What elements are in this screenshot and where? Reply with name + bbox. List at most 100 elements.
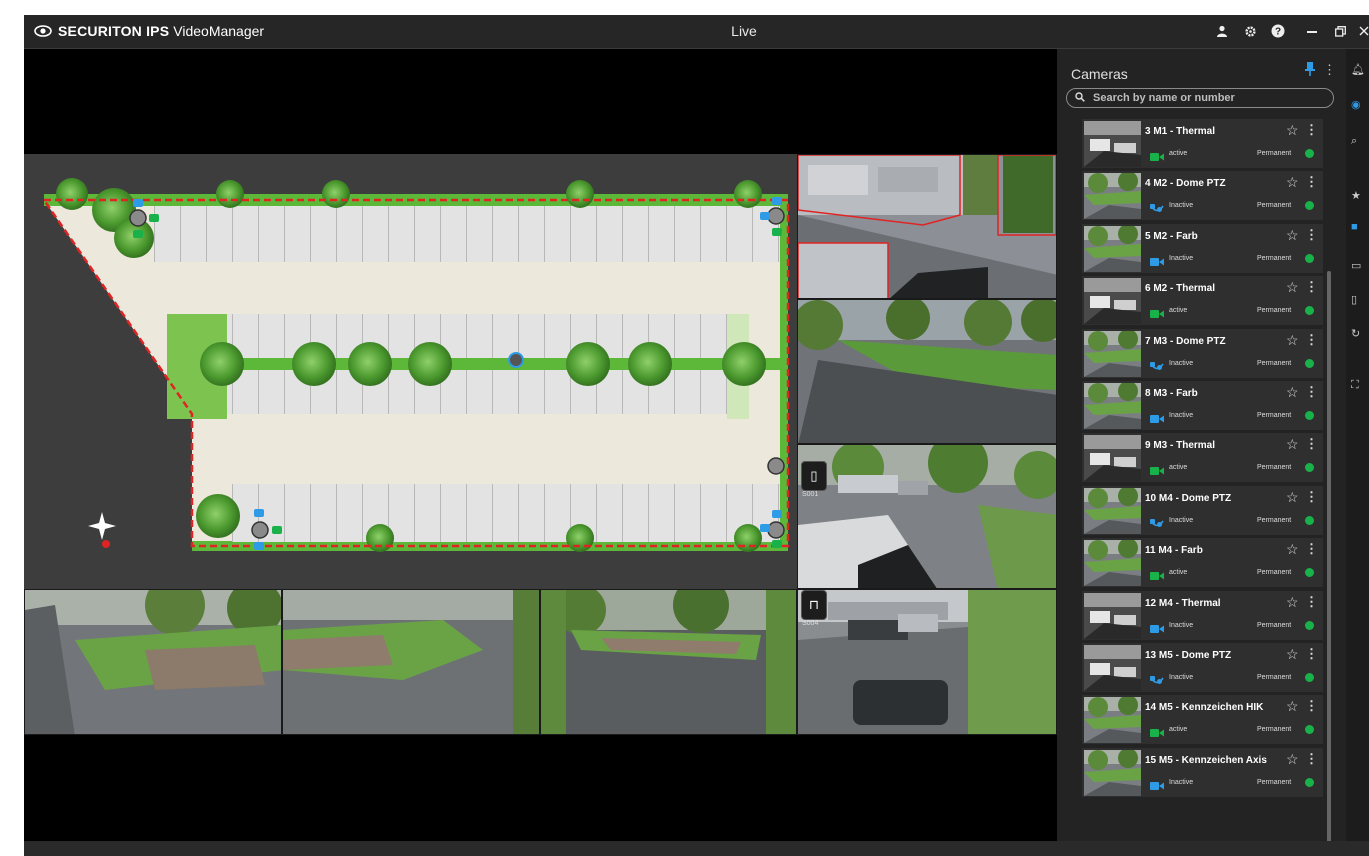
camera-status: Inactive: [1169, 412, 1194, 419]
gear-icon[interactable]: [1241, 21, 1259, 41]
recording-mode: Permanent: [1257, 202, 1292, 210]
camera-icon[interactable]: ■: [1351, 221, 1367, 233]
camera-name: 4 M2 - Dome PTZ: [1145, 178, 1226, 190]
video-tile-2[interactable]: [797, 299, 1057, 444]
favorite-star-icon[interactable]: ☆: [1286, 698, 1299, 715]
favorite-star-icon[interactable]: ☆: [1286, 122, 1299, 139]
camera-list-item[interactable]: 5 M2 - Farb ☆ ⋮ Inactive Permanent: [1082, 223, 1323, 273]
recording-mode: Permanent: [1257, 569, 1292, 577]
camera-menu-icon[interactable]: ⋮: [1305, 332, 1318, 348]
camera-status: Inactive: [1169, 254, 1194, 262]
camera-list-item[interactable]: 9 M3 - Thermal ☆ ⋮ active Permanent: [1082, 433, 1323, 483]
camera-list-item[interactable]: 7 M3 - Dome PTZ ☆ ⋮ Inactive Permanent: [1082, 328, 1323, 378]
video-tile-5[interactable]: [24, 589, 282, 735]
help-icon[interactable]: ?: [1269, 21, 1287, 41]
ptz-camera-icon: [1150, 516, 1164, 527]
camera-list-item[interactable]: 4 M2 - Dome PTZ ☆ ⋮ Inactive Permanent: [1082, 171, 1323, 221]
camera-menu-icon[interactable]: ⋮: [1305, 751, 1318, 767]
camera-status: Inactive: [1169, 778, 1194, 786]
camera-menu-icon[interactable]: ⋮: [1305, 174, 1318, 190]
camera-menu-icon[interactable]: ⋮: [1305, 489, 1318, 505]
recording-mode: Permanent: [1257, 464, 1292, 472]
search-input[interactable]: [1093, 92, 1323, 104]
fullscreen-icon[interactable]: ⛶: [1351, 379, 1367, 392]
video-tile-3[interactable]: ▯ S001: [797, 444, 1057, 589]
camera-menu-icon[interactable]: ⋮: [1305, 646, 1318, 662]
door-icon[interactable]: ▯: [801, 461, 827, 491]
camera-thumbnail: [1084, 330, 1141, 377]
restore-icon[interactable]: [1331, 21, 1349, 41]
recording-indicator-icon: [1305, 253, 1314, 263]
gate-icon[interactable]: ⊓: [801, 590, 827, 620]
video-tile-4[interactable]: ⊓ S004: [797, 589, 1057, 735]
camera-menu-icon[interactable]: ⋮: [1305, 384, 1318, 400]
camera-menu-icon[interactable]: ⋮: [1305, 122, 1318, 138]
camera-menu-icon[interactable]: ⋮: [1305, 698, 1318, 714]
recording-mode: Permanent: [1257, 254, 1292, 262]
fixed-camera-icon: [1150, 568, 1164, 581]
recording-indicator-icon: [1305, 306, 1314, 316]
user-icon[interactable]: [1213, 21, 1231, 41]
history-icon[interactable]: ↻: [1351, 327, 1367, 340]
bell-icon[interactable]: 🔔︎: [1351, 63, 1367, 76]
eye-icon[interactable]: ◉: [1351, 98, 1367, 111]
camera-list-scrollbar[interactable]: [1327, 271, 1331, 856]
camera-menu-icon[interactable]: ⋮: [1305, 436, 1318, 452]
favorite-star-icon[interactable]: ☆: [1286, 384, 1299, 401]
camera-status: active: [1169, 569, 1188, 577]
camera-list-item[interactable]: 11 M4 - Farb ☆ ⋮ active Permanent: [1082, 538, 1323, 588]
panel-menu-icon[interactable]: ⋮: [1323, 62, 1336, 78]
favorite-star-icon[interactable]: ☆: [1286, 436, 1299, 453]
camera-list-item[interactable]: 13 M5 - Dome PTZ ☆ ⋮ Inactive Permanent: [1082, 643, 1323, 692]
search-icon[interactable]: ⌕: [1351, 135, 1367, 148]
camera-list-item[interactable]: 6 M2 - Thermal ☆ ⋮ active Permanent: [1082, 276, 1323, 326]
favorite-star-icon[interactable]: ☆: [1286, 332, 1299, 349]
favorite-star-icon[interactable]: ☆: [1286, 646, 1299, 663]
pin-icon[interactable]: [1305, 62, 1319, 78]
favorite-star-icon[interactable]: ☆: [1286, 541, 1299, 558]
camera-menu-icon[interactable]: ⋮: [1305, 594, 1318, 610]
camera-list-item[interactable]: 14 M5 - Kennzeichen HIK ☆ ⋮ active Permanent: [1082, 695, 1323, 745]
camera-thumbnail: [1084, 435, 1141, 482]
site-map-view[interactable]: [24, 154, 797, 589]
camera-menu-icon[interactable]: ⋮: [1305, 279, 1318, 295]
video-tile-7[interactable]: [540, 589, 797, 735]
recording-mode: Permanent: [1257, 621, 1292, 629]
camera-name: 8 M3 - Farb: [1145, 388, 1198, 399]
camera-name: 5 M2 - Farb: [1145, 230, 1198, 242]
video-tile-6[interactable]: [282, 589, 540, 735]
camera-name: 15 M5 - Kennzeichen Axis: [1145, 754, 1267, 766]
favorite-star-icon[interactable]: ☆: [1286, 279, 1299, 296]
camera-list-item[interactable]: 12 M4 - Thermal ☆ ⋮ Inactive Permanent: [1082, 590, 1323, 640]
camera-status: active: [1169, 150, 1188, 157]
camera-status: Inactive: [1169, 359, 1194, 367]
favorite-star-icon[interactable]: ☆: [1286, 227, 1299, 244]
video-tile-1[interactable]: [797, 154, 1057, 299]
star-icon[interactable]: ★: [1351, 189, 1367, 202]
camera-thumbnail: [1084, 173, 1141, 220]
camera-name: 6 M2 - Thermal: [1145, 283, 1216, 295]
favorite-star-icon[interactable]: ☆: [1286, 489, 1299, 506]
camera-search-box[interactable]: [1066, 88, 1334, 108]
camera-list-item[interactable]: 10 M4 - Dome PTZ ☆ ⋮ Inactive Permanent: [1082, 485, 1323, 535]
recording-indicator-icon: [1305, 149, 1314, 158]
search-icon: [1075, 91, 1093, 105]
camera-list-item[interactable]: 15 M5 - Kennzeichen Axis ☆ ⋮ Inactive Perman…: [1082, 747, 1323, 797]
cameras-panel: Cameras ⋮ 3 M1 - Thermal ☆ ⋮ active Permanen…: [1057, 49, 1346, 856]
camera-menu-icon[interactable]: ⋮: [1305, 227, 1318, 243]
recording-mode: Permanent: [1257, 674, 1292, 681]
camera-list-item[interactable]: 3 M1 - Thermal ☆ ⋮ active Permanent: [1082, 119, 1323, 168]
close-icon[interactable]: [1359, 21, 1369, 41]
favorite-star-icon[interactable]: ☆: [1286, 174, 1299, 191]
map-icon[interactable]: ▯: [1351, 293, 1367, 306]
favorite-star-icon[interactable]: ☆: [1286, 751, 1299, 768]
right-navigation-rail: 🔔︎ ◉ ⌕ ★ ■ ▭ ▯ ↻ ⛶: [1346, 49, 1369, 856]
empty-view-area: [24, 49, 1057, 154]
favorite-star-icon[interactable]: ☆: [1286, 594, 1299, 611]
minimize-icon[interactable]: [1303, 21, 1321, 41]
camera-thumbnail: [1084, 540, 1141, 587]
camera-name: 7 M3 - Dome PTZ: [1145, 335, 1226, 347]
camera-menu-icon[interactable]: ⋮: [1305, 541, 1318, 557]
monitor-icon[interactable]: ▭: [1351, 259, 1367, 272]
camera-list-item[interactable]: 8 M3 - Farb ☆ ⋮ Inactive Permanent: [1082, 381, 1323, 430]
